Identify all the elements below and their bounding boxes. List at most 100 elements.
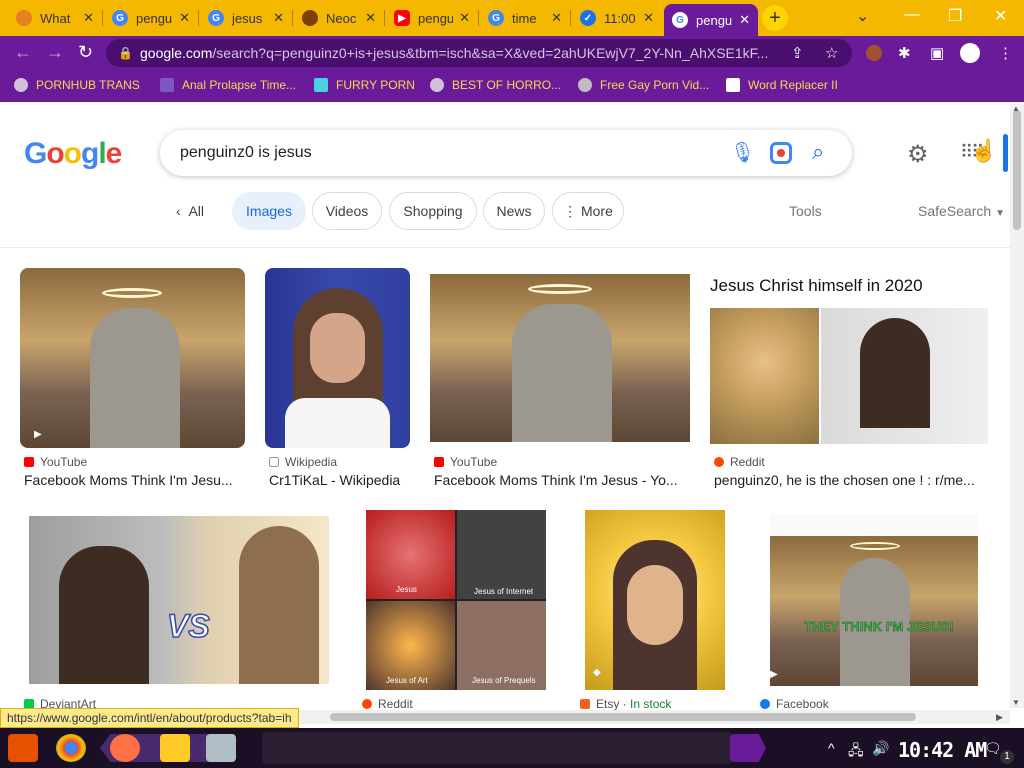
tab-all[interactable]: ‹ All: [176, 203, 204, 219]
tab-6[interactable]: G time ✕: [480, 4, 570, 32]
reddit-icon: [714, 457, 724, 467]
firefox-icon[interactable]: [110, 734, 140, 762]
bookmark-1[interactable]: PORNHUB TRANS: [14, 78, 140, 92]
tray-expand-icon[interactable]: ^: [828, 740, 835, 756]
tab-title: 11:00: [604, 10, 636, 26]
bookmark-6[interactable]: Word Replacer II: [726, 78, 838, 92]
tab-3[interactable]: G jesus ✕: [200, 4, 292, 32]
profile-icon[interactable]: [960, 43, 980, 63]
tab-shopping[interactable]: Shopping: [389, 192, 477, 230]
tab-videos[interactable]: Videos: [312, 192, 382, 230]
vertical-scroll-thumb[interactable]: [1013, 110, 1021, 230]
search-input[interactable]: penguinz0 is jesus: [180, 144, 312, 162]
close-icon[interactable]: ✕: [273, 10, 284, 26]
network-icon[interactable]: 🖧: [848, 740, 864, 764]
result-thumbnail[interactable]: [430, 274, 690, 442]
tools-button[interactable]: Tools: [789, 203, 822, 219]
address-bar[interactable]: 🔒 google.com/search?q=penguinz0+is+jesus…: [106, 39, 852, 67]
share-icon[interactable]: ⇪: [791, 44, 804, 62]
extension-icon: [726, 78, 740, 92]
tab-more[interactable]: ⋮ More: [552, 192, 624, 230]
scroll-up-icon[interactable]: ▲: [1012, 104, 1020, 113]
back-icon[interactable]: ←: [14, 42, 32, 63]
result-source: YouTube: [24, 455, 87, 469]
result-title[interactable]: penguinz0, he is the chosen one ! : r/me…: [714, 472, 984, 488]
result-thumbnail[interactable]: THEY THINK I'M JESUS! ▶: [770, 514, 978, 686]
close-window-icon[interactable]: ✕: [994, 6, 1007, 26]
youtube-icon: [434, 457, 444, 467]
reload-icon[interactable]: ↻: [78, 42, 93, 63]
extensions-icon[interactable]: ✱: [898, 44, 911, 62]
close-icon[interactable]: ✕: [739, 12, 750, 28]
lens-icon[interactable]: [770, 142, 792, 164]
notifications-icon[interactable]: 🗨: [984, 740, 1002, 757]
bookmark-star-icon[interactable]: ☆: [825, 44, 838, 62]
app-icon[interactable]: [206, 734, 236, 762]
result-thumbnail[interactable]: Jesus Christ himself in 2020: [710, 268, 988, 444]
search-icon[interactable]: ⌕: [812, 139, 824, 165]
menu-icon[interactable]: ⋮: [998, 44, 1013, 62]
thumbnail-caption: VS: [166, 607, 210, 645]
result-source: Reddit: [714, 455, 765, 469]
tab-search-icon[interactable]: ⌄: [856, 6, 869, 26]
close-icon[interactable]: ✕: [643, 10, 654, 26]
tag-icon: ◆: [593, 667, 601, 678]
close-icon[interactable]: ✕: [365, 10, 376, 26]
browser-toolbar: ← → ↻ 🔒 google.com/search?q=penguinz0+is…: [0, 36, 1024, 70]
file-explorer-icon[interactable]: [160, 734, 190, 762]
scroll-down-icon[interactable]: ▼: [1012, 698, 1020, 707]
tab-active[interactable]: G pengu ✕: [664, 4, 758, 36]
result-title[interactable]: Facebook Moms Think I'm Jesu...: [24, 472, 246, 488]
google-icon: G: [488, 10, 504, 26]
tab-news[interactable]: News: [483, 192, 545, 230]
google-icon: G: [112, 10, 128, 26]
forward-icon[interactable]: →: [46, 42, 64, 63]
side-panel-icon[interactable]: ▣: [930, 44, 944, 62]
google-logo[interactable]: Google: [24, 137, 122, 171]
result-source: Facebook: [760, 697, 829, 711]
close-icon[interactable]: ✕: [551, 10, 562, 26]
sign-in-button-edge[interactable]: [1003, 134, 1008, 172]
search-box[interactable]: penguinz0 is jesus 🎙 ⌕: [160, 130, 852, 176]
restore-icon[interactable]: ❐: [948, 6, 962, 26]
result-thumbnail[interactable]: Jesus Jesus of Internet Jesus of Art Jes…: [366, 510, 546, 690]
bookmark-4[interactable]: BEST OF HORRO...: [430, 78, 561, 92]
start-button[interactable]: [8, 734, 38, 762]
tab-4[interactable]: Neoc ✕: [294, 4, 384, 32]
hand-cursor-icon: ☝: [970, 138, 998, 163]
result-thumbnail[interactable]: ◆: [585, 510, 725, 690]
close-icon[interactable]: ✕: [83, 10, 94, 26]
tab-title: time: [512, 10, 537, 26]
new-tab-button[interactable]: +: [762, 5, 788, 31]
close-icon[interactable]: ✕: [179, 10, 190, 26]
tab-1[interactable]: What ✕: [8, 4, 102, 32]
close-icon[interactable]: ✕: [459, 10, 470, 26]
tab-2[interactable]: G pengu ✕: [104, 4, 198, 32]
bookmark-2[interactable]: Anal Prolapse Time...: [160, 78, 296, 92]
extension-avatar-icon[interactable]: [866, 45, 882, 61]
result-thumbnail[interactable]: VS: [29, 516, 329, 684]
tab-title: pengu: [136, 10, 173, 26]
taskbar-clock[interactable]: 10:42 AM: [898, 738, 987, 762]
result-title[interactable]: Facebook Moms Think I'm Jesus - Yo...: [434, 472, 690, 488]
safesearch-menu[interactable]: SafeSearch ▼: [918, 203, 1005, 219]
bookmark-5[interactable]: Free Gay Porn Vid...: [578, 78, 709, 92]
result-title[interactable]: Cr1TiKaL - Wikipedia: [269, 472, 411, 488]
tab-7[interactable]: ✓ 11:00 ✕: [572, 4, 662, 32]
horizontal-scroll-thumb[interactable]: [330, 713, 916, 721]
settings-gear-icon[interactable]: ⚙: [907, 140, 929, 169]
microphone-icon[interactable]: 🎙: [730, 140, 755, 165]
play-icon: ▶: [770, 669, 778, 680]
volume-icon[interactable]: 🔊: [872, 740, 889, 757]
taskbar-wallpaper-band: [262, 732, 732, 764]
chrome-taskbar-icon[interactable]: [56, 734, 86, 762]
tab-images[interactable]: Images: [232, 192, 306, 230]
result-thumbnail[interactable]: [265, 268, 410, 448]
thumbnail-caption: Jesus Christ himself in 2020: [710, 276, 923, 295]
result-thumbnail[interactable]: ▶: [20, 268, 245, 448]
scroll-right-icon[interactable]: ▶: [996, 712, 1003, 723]
taskbar: [0, 728, 1024, 768]
tab-5[interactable]: ▶ pengu ✕: [386, 4, 478, 32]
bookmark-3[interactable]: FURRY PORN: [314, 78, 415, 92]
minimize-icon[interactable]: —: [904, 6, 920, 24]
